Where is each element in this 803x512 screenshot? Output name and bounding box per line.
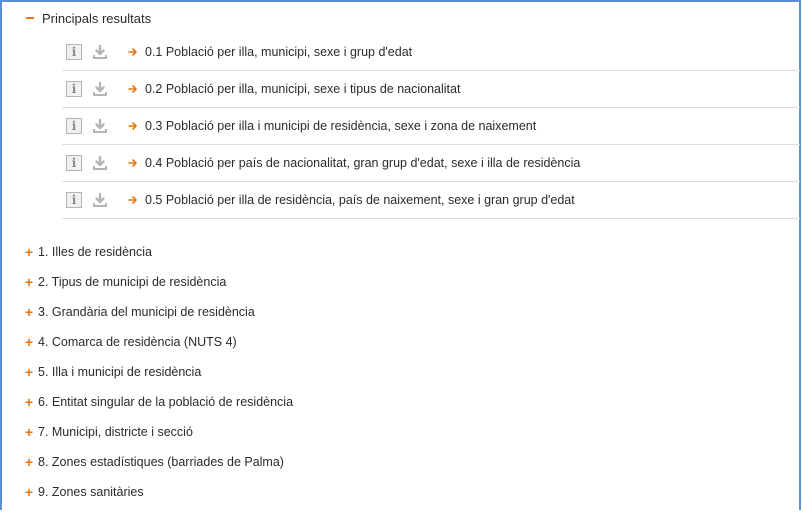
table-link[interactable]: 0.4 Població per país de nacionalitat, g… — [145, 156, 580, 170]
plus-icon[interactable]: + — [24, 364, 34, 380]
category-label: 5. Illa i municipi de residència — [38, 365, 202, 379]
info-icon[interactable]: i — [66, 155, 82, 171]
category-label: 3. Grandària del municipi de residència — [38, 305, 255, 319]
table-row: i 0.2 Població per illa, municipi, sexe i… — [62, 71, 800, 108]
info-icon[interactable]: i — [66, 81, 82, 97]
table-row: i 0.1 Població per illa, municipi, sexe i… — [62, 34, 800, 71]
category-label: 9. Zones sanitàries — [38, 485, 144, 499]
download-icon[interactable] — [92, 81, 108, 97]
category-label: 7. Municipi, districte i secció — [38, 425, 193, 439]
category-label: 8. Zones estadístiques (barriades de Pal… — [38, 455, 284, 469]
list-item[interactable]: +6. Entitat singular de la població de r… — [24, 392, 293, 412]
category-label: 1. Illes de residència — [38, 245, 152, 259]
arrow-right-icon — [128, 196, 137, 204]
info-icon[interactable]: i — [66, 44, 82, 60]
download-icon[interactable] — [92, 155, 108, 171]
download-icon[interactable] — [92, 118, 108, 134]
list-item[interactable]: +2. Tipus de municipi de residència — [24, 272, 293, 292]
info-icon[interactable]: i — [66, 118, 82, 134]
list-item[interactable]: +8. Zones estadístiques (barriades de Pa… — [24, 452, 293, 472]
plus-icon[interactable]: + — [24, 304, 34, 320]
arrow-right-icon — [128, 85, 137, 93]
section-title: Principals resultats — [42, 10, 152, 26]
plus-icon[interactable]: + — [24, 454, 34, 470]
list-item[interactable]: +7. Municipi, districte i secció — [24, 422, 293, 442]
list-item[interactable]: +3. Grandària del municipi de residència — [24, 302, 293, 322]
table-link[interactable]: 0.2 Població per illa, municipi, sexe i … — [145, 82, 460, 96]
plus-icon[interactable]: + — [24, 274, 34, 290]
minus-icon[interactable] — [24, 13, 36, 23]
plus-icon[interactable]: + — [24, 424, 34, 440]
list-item[interactable]: +4. Comarca de residència (NUTS 4) — [24, 332, 293, 352]
arrow-right-icon — [128, 48, 137, 56]
table-row: i 0.3 Població per illa i municipi de res… — [62, 108, 800, 145]
category-label: 6. Entitat singular de la població de re… — [38, 395, 294, 409]
download-icon[interactable] — [92, 192, 108, 208]
arrow-right-icon — [128, 159, 137, 167]
table-row: i 0.5 Població per illa de residència, pa… — [62, 182, 800, 219]
plus-icon[interactable]: + — [24, 394, 34, 410]
plus-icon[interactable]: + — [24, 484, 34, 500]
download-icon[interactable] — [92, 44, 108, 60]
results-table: i 0.1 Població per illa, municipi, sexe i… — [62, 34, 800, 219]
plus-icon[interactable]: + — [24, 244, 34, 260]
list-item[interactable]: +5. Illa i municipi de residència — [24, 362, 293, 382]
plus-icon[interactable]: + — [24, 334, 34, 350]
table-row: i 0.4 Població per país de nacionalitat, … — [62, 145, 800, 182]
table-link[interactable]: 0.5 Població per illa de residència, paí… — [145, 193, 575, 207]
table-link[interactable]: 0.1 Població per illa, municipi, sexe i … — [145, 45, 412, 59]
category-label: 4. Comarca de residència (NUTS 4) — [38, 335, 237, 349]
list-item[interactable]: +9. Zones sanitàries — [24, 482, 293, 502]
section-principals-resultats[interactable]: Principals resultats — [24, 9, 151, 27]
list-item[interactable]: +1. Illes de residència — [24, 242, 293, 262]
arrow-right-icon — [128, 122, 137, 130]
table-link[interactable]: 0.3 Població per illa i municipi de resi… — [145, 119, 536, 133]
category-list: +1. Illes de residència +2. Tipus de muni… — [24, 242, 293, 512]
category-label: 2. Tipus de municipi de residència — [38, 275, 227, 289]
info-icon[interactable]: i — [66, 192, 82, 208]
